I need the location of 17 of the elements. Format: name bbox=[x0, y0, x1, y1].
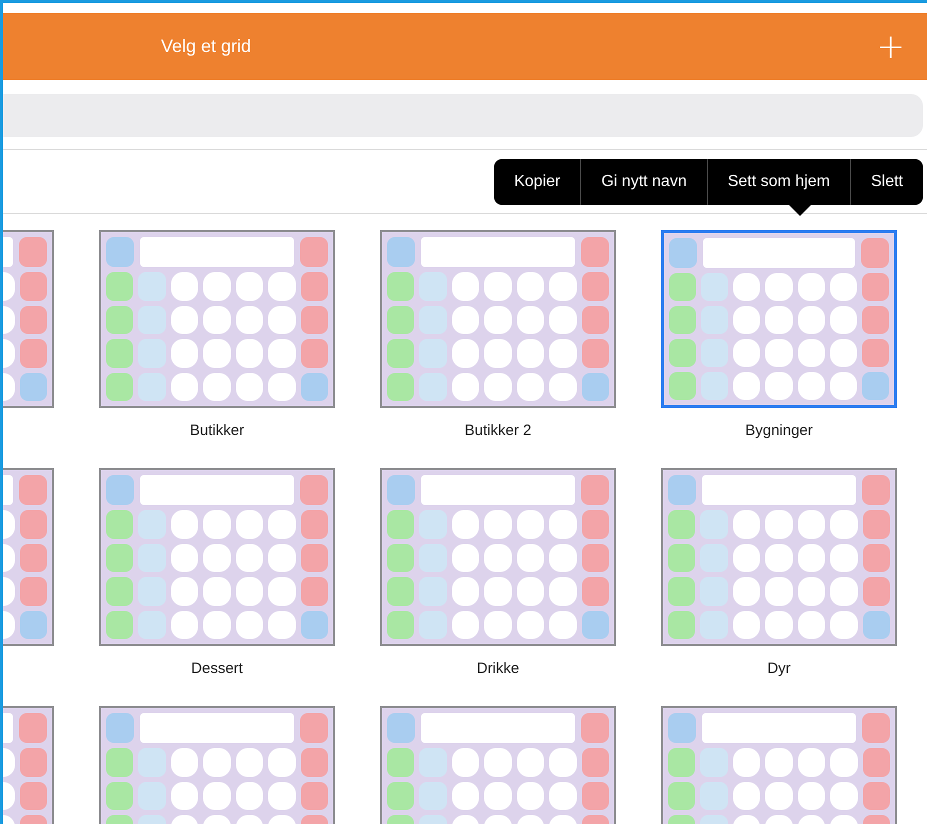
menu-item[interactable]: Gi nytt navn bbox=[580, 159, 707, 205]
grid-name: Bygninger bbox=[745, 422, 813, 441]
grid-preview-drawing[interactable] bbox=[99, 468, 335, 646]
menu-item[interactable]: Slett bbox=[850, 159, 923, 205]
search-field[interactable] bbox=[3, 94, 923, 137]
header-title: Velg et grid bbox=[161, 36, 252, 57]
grid-preview-drawing[interactable] bbox=[380, 468, 616, 646]
grid-preview-drawing[interactable] bbox=[380, 230, 616, 408]
grid-preview-drawing[interactable] bbox=[99, 230, 335, 408]
grid-name: Drikke bbox=[476, 660, 520, 679]
grid-preview-drawing[interactable] bbox=[661, 468, 897, 646]
grid-name: Butikker 2 bbox=[464, 422, 532, 441]
grid-name: Dessert bbox=[191, 660, 243, 679]
menu-item[interactable]: Kopier bbox=[494, 159, 580, 205]
grid-preview-drawing[interactable] bbox=[661, 230, 897, 408]
grid-name: Dyr bbox=[767, 660, 791, 679]
grid-name: Butikker bbox=[190, 422, 244, 441]
